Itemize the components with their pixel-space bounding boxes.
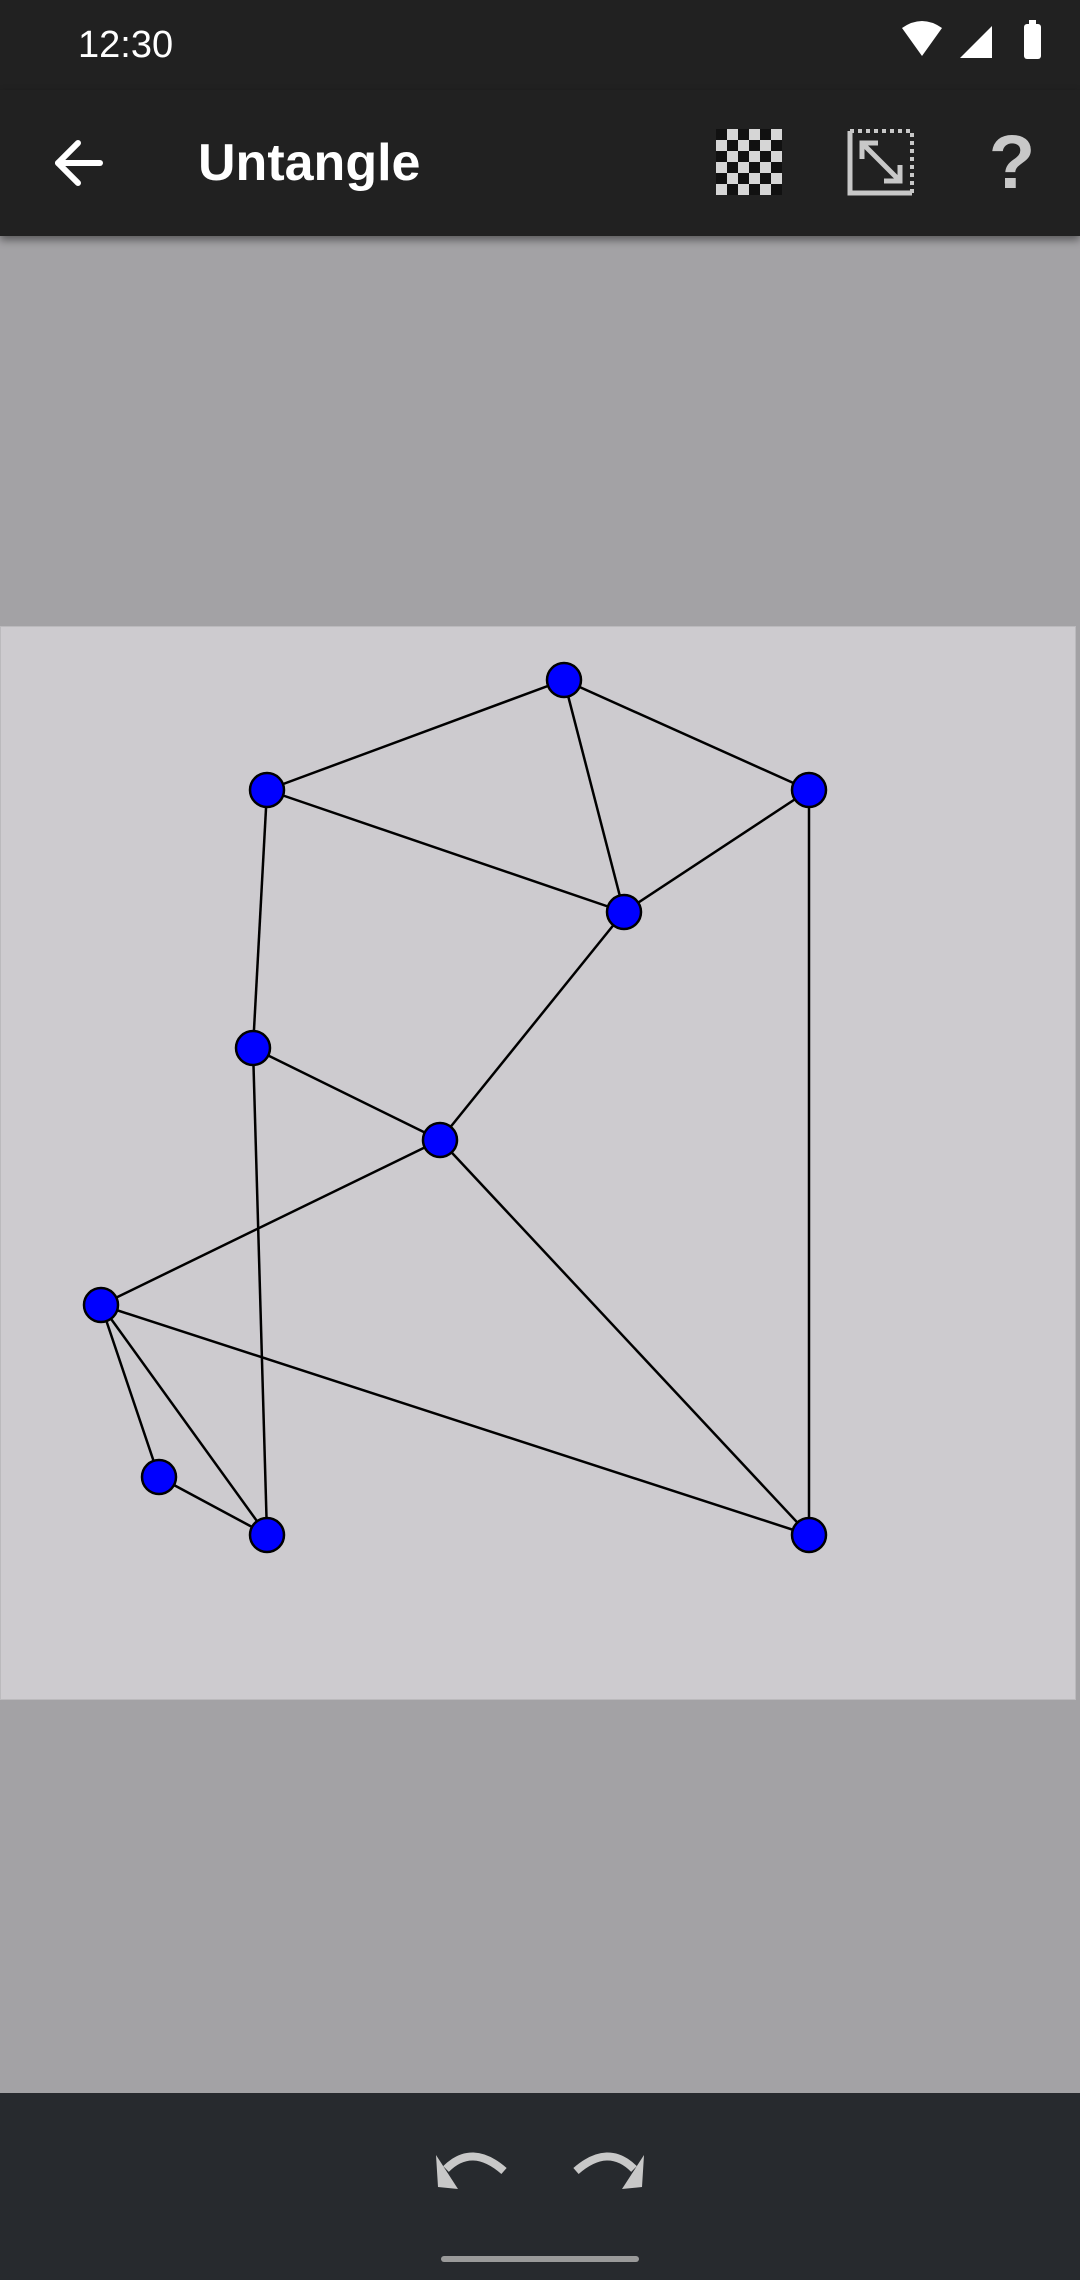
graph-canvas[interactable] <box>1 627 1075 1699</box>
undo-icon <box>436 2152 507 2189</box>
graph-edge <box>99 1304 161 1478</box>
graph-edge <box>563 678 810 792</box>
graph-node[interactable] <box>248 771 286 809</box>
status-time: 12:30 <box>78 24 174 66</box>
graph-edge <box>100 1138 441 1307</box>
graph-edge <box>99 1304 269 1536</box>
graph-edge <box>266 788 625 914</box>
back-button[interactable] <box>40 123 120 203</box>
home-indicator[interactable] <box>441 2256 639 2262</box>
question-mark-icon: ? <box>988 120 1036 205</box>
graph-node[interactable] <box>421 1121 459 1159</box>
graph-node[interactable] <box>140 1458 178 1496</box>
resize-button[interactable] <box>842 123 922 203</box>
graph-node[interactable] <box>248 1516 286 1554</box>
graph-edge <box>439 911 625 1141</box>
graph-node[interactable] <box>234 1029 272 1067</box>
redo-icon <box>573 2152 644 2189</box>
arrow-left-icon <box>55 140 103 186</box>
status-icons-svg <box>902 20 1041 59</box>
graph-node[interactable] <box>790 771 828 809</box>
graph-edge <box>266 678 565 792</box>
page-title: Untangle <box>198 134 421 192</box>
undo-button[interactable] <box>432 2137 512 2207</box>
graph-node[interactable] <box>82 1286 120 1324</box>
resize-diagonal-icon <box>847 129 914 196</box>
wifi-icon <box>902 21 942 56</box>
checkerboard-icon <box>716 129 782 195</box>
graph-node[interactable] <box>605 893 643 931</box>
graph-edge <box>252 1046 441 1142</box>
graph-edge <box>158 1475 268 1537</box>
status-bar: 12:30 <box>0 0 1080 90</box>
graph-edge <box>251 789 269 1049</box>
solve-button[interactable] <box>710 123 790 203</box>
graph-edge <box>562 679 626 913</box>
app-bar: Untangle ? <box>0 90 1080 236</box>
graph-node[interactable] <box>790 1516 828 1554</box>
graph-node[interactable] <box>545 661 583 699</box>
cellular-signal-icon <box>960 26 992 58</box>
bottom-bar <box>0 2093 1080 2280</box>
battery-icon <box>1024 20 1041 59</box>
help-button[interactable]: ? <box>972 123 1052 203</box>
status-icons <box>880 0 1080 90</box>
game-board[interactable] <box>0 626 1076 1700</box>
redo-button[interactable] <box>568 2137 648 2207</box>
graph-edge <box>623 788 810 914</box>
graph-edge <box>251 1047 269 1536</box>
